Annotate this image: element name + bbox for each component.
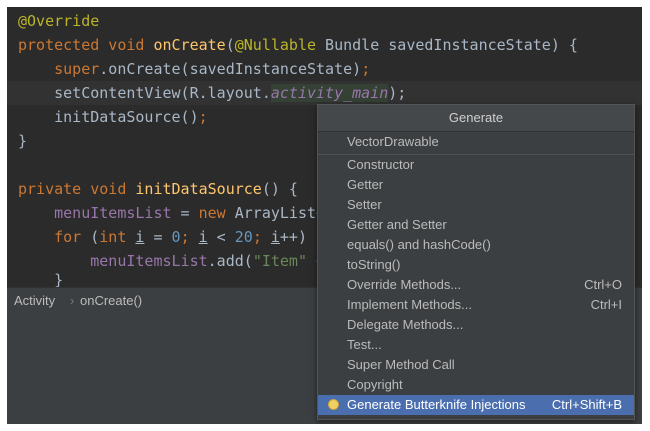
menu-item-setter[interactable]: Setter bbox=[318, 195, 634, 215]
menu-item-getter[interactable]: Getter bbox=[318, 175, 634, 195]
code-token: ( bbox=[225, 36, 235, 54]
code-line: super.onCreate(savedInstanceState); bbox=[18, 57, 370, 81]
code-line: private void initDataSource() { bbox=[18, 177, 298, 201]
code-line-current: setContentView(R.layout.activity_main); bbox=[7, 81, 642, 105]
menu-item-override-methods[interactable]: Override Methods... Ctrl+O bbox=[318, 275, 634, 295]
code-token: Bundle savedInstanceState) { bbox=[316, 36, 578, 54]
field-token: menuItemsList bbox=[54, 204, 172, 222]
keyword-token: new bbox=[198, 204, 235, 222]
field-token: menuItemsList bbox=[90, 252, 208, 270]
butterknife-icon bbox=[328, 399, 339, 410]
menu-item-tostring[interactable]: toString() bbox=[318, 255, 634, 275]
menu-item-label: toString() bbox=[347, 257, 401, 272]
code-token: ); bbox=[388, 84, 407, 102]
code-token: initDataSource() bbox=[54, 108, 199, 126]
code-token: ( bbox=[90, 228, 100, 246]
resource-token: activity_main bbox=[270, 84, 389, 102]
variable-token: i bbox=[270, 228, 280, 246]
menu-item-label: Setter bbox=[347, 197, 382, 212]
menu-item-getter-and-setter[interactable]: Getter and Setter bbox=[318, 215, 634, 235]
menu-item-generate-butterknife-injections[interactable]: Generate Butterknife Injections Ctrl+Shif… bbox=[318, 395, 634, 415]
menu-item-label: Override Methods... bbox=[347, 277, 462, 292]
menu-item-shortcut: Ctrl+I bbox=[590, 297, 622, 312]
number-token: 20 bbox=[234, 228, 253, 246]
menu-item-label: Super Method Call bbox=[347, 357, 455, 372]
menu-item-vectordrawable[interactable]: VectorDrawable bbox=[318, 132, 634, 152]
keyword-token: for bbox=[54, 228, 91, 246]
menu-item-label: VectorDrawable bbox=[347, 134, 439, 149]
code-token: } bbox=[18, 132, 28, 150]
menu-item-constructor[interactable]: Constructor bbox=[318, 155, 634, 175]
annotation-token: @Override bbox=[18, 12, 100, 30]
code-token: () { bbox=[261, 180, 298, 198]
code-line: for (int i = 0; i < 20; i++) { bbox=[18, 225, 325, 249]
menu-item-delegate-methods[interactable]: Delegate Methods... bbox=[318, 315, 634, 335]
keyword-token: super bbox=[54, 60, 100, 78]
menu-item-label: Implement Methods... bbox=[347, 297, 472, 312]
code-line: initDataSource(); bbox=[18, 105, 208, 129]
code-line: menuItemsList = new ArrayList<St bbox=[18, 201, 343, 225]
menu-item-label: equals() and hashCode() bbox=[347, 237, 491, 252]
string-token: "Item" bbox=[252, 252, 307, 270]
menu-item-label: Getter bbox=[347, 177, 384, 192]
ide-window: @Override protected void onCreate(@Nulla… bbox=[7, 7, 642, 424]
generate-popup-menu: Generate VectorDrawable Constructor Gett… bbox=[317, 104, 635, 420]
code-line: } bbox=[18, 129, 27, 153]
semicolon-token: ; bbox=[361, 60, 371, 78]
menu-item-implement-methods[interactable]: Implement Methods... Ctrl+I bbox=[318, 295, 634, 315]
code-token: ; bbox=[180, 228, 199, 246]
code-token: ; bbox=[252, 228, 271, 246]
keyword-token: protected void bbox=[18, 36, 154, 54]
code-line: @Override bbox=[18, 9, 99, 33]
menu-item-label: Test... bbox=[347, 337, 382, 352]
menu-item-label: Copyright bbox=[347, 377, 403, 392]
code-line: } bbox=[18, 273, 63, 287]
code-line: protected void onCreate(@Nullable Bundle… bbox=[18, 33, 578, 57]
code-line: menuItemsList.add("Item" + i bbox=[18, 249, 343, 273]
code-token: .add( bbox=[207, 252, 253, 270]
breadcrumb-item-activity[interactable]: Activity bbox=[14, 293, 55, 308]
code-token: } bbox=[54, 273, 64, 287]
annotation-token: @Nullable bbox=[234, 36, 317, 54]
keyword-token: int bbox=[99, 228, 136, 246]
keyword-token: private void bbox=[18, 180, 136, 198]
code-token: = bbox=[171, 204, 199, 222]
popup-title: Generate bbox=[318, 105, 634, 132]
method-name-token: onCreate bbox=[153, 36, 226, 54]
breadcrumb-item-oncreate[interactable]: onCreate() bbox=[80, 293, 142, 308]
menu-item-shortcut: Ctrl+Shift+B bbox=[551, 397, 622, 412]
variable-token: i bbox=[198, 228, 208, 246]
number-token: 0 bbox=[171, 228, 181, 246]
method-name-token: initDataSource bbox=[135, 180, 262, 198]
menu-item-label: Delegate Methods... bbox=[347, 317, 464, 332]
code-token: = bbox=[144, 228, 172, 246]
menu-item-test[interactable]: Test... bbox=[318, 335, 634, 355]
menu-item-label: Getter and Setter bbox=[347, 217, 447, 232]
menu-item-equals-hashcode[interactable]: equals() and hashCode() bbox=[318, 235, 634, 255]
menu-item-super-method-call[interactable]: Super Method Call bbox=[318, 355, 634, 375]
menu-item-copyright[interactable]: Copyright bbox=[318, 375, 634, 395]
code-token: setContentView(R.layout. bbox=[54, 84, 271, 102]
menu-item-label: Constructor bbox=[347, 157, 415, 172]
menu-item-shortcut: Ctrl+O bbox=[584, 277, 622, 292]
chevron-right-icon: › bbox=[70, 293, 75, 308]
menu-item-label: Generate Butterknife Injections bbox=[347, 397, 526, 412]
semicolon-token: ; bbox=[198, 108, 208, 126]
code-token: < bbox=[207, 228, 235, 246]
code-token: .onCreate(savedInstanceState) bbox=[99, 60, 362, 78]
